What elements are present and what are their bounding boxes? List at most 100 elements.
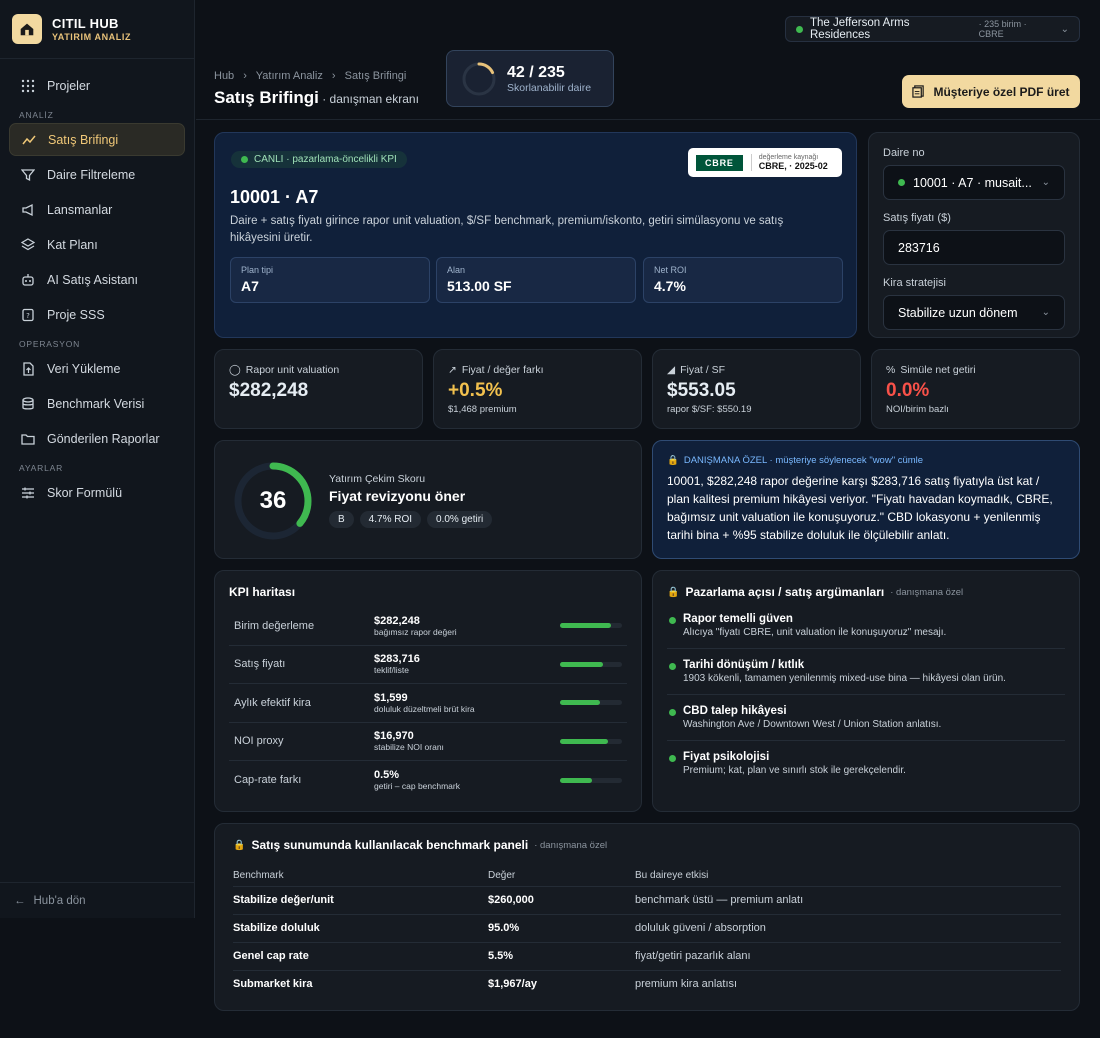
kpi-row: Aylık efektif kira $1,599 doluluk düzeltme… [229, 684, 627, 723]
generate-pdf-button[interactable]: Müşteriye özel PDF üret [902, 75, 1080, 108]
grade-chip: B [329, 511, 354, 528]
net-yield-kpi-card: % Simüle net getiri 0.0% NOI/birim bazlı [871, 349, 1080, 429]
help-book-icon: ? [22, 308, 34, 321]
table-row: Stabilize doluluk 95.0% doluluk güveni / a… [233, 914, 1061, 943]
benchmark-effect: doluluk güveni / absorption [635, 914, 1061, 943]
scorable-label: Skorlanabilir daire [507, 81, 592, 94]
kpi-row: Birim değerleme $282,248 bağımsız rapor de… [229, 607, 627, 646]
breadcrumb-investment[interactable]: Yatırım Analiz [256, 70, 323, 82]
sidebar-nav: Projeler ANALİZ Satış Brifingi Daire Fil… [0, 59, 194, 521]
breadcrumb-hub[interactable]: Hub [214, 70, 234, 82]
sidebar-item-benchmark-data[interactable]: Benchmark Verisi [9, 387, 185, 420]
sidebar-item-floor-plan[interactable]: Kat Planı [9, 228, 185, 261]
kpi-row: Satış fiyatı $283,716 teklif/liste [229, 646, 627, 684]
sidebar-item-sent-reports[interactable]: Gönderilen Raporlar [9, 422, 185, 455]
kpi-row-bar [560, 700, 622, 706]
project-selector[interactable]: The Jefferson Arms Residences · 235 biri… [785, 16, 1080, 42]
price-gap-kpi-card: ↗ Fiyat / değer farkı +0.5% $1,468 premiu… [433, 349, 642, 429]
argument-item: Tarihi dönüşüm / kıtlık 1903 kökenli, tam… [667, 659, 1065, 695]
price-per-sf-sub: rapor $/SF: $550.19 [667, 404, 752, 415]
sidebar-item-faq[interactable]: ? Proje SSS [9, 298, 185, 331]
sidebar-item-label: AI Satış Asistanı [47, 272, 139, 287]
sidebar-item-label: Gönderilen Raporlar [47, 431, 160, 446]
kpi-map-rows: Birim değerleme $282,248 bağımsız rapor de… [229, 607, 627, 800]
sidebar-item-ai-assistant[interactable]: AI Satış Asistanı [9, 263, 185, 296]
argument-bullet [669, 617, 676, 624]
brand[interactable]: CITIL HUB YATIRIM ANALIZ [0, 0, 194, 59]
benchmark-value: 95.0% [488, 914, 635, 943]
kpi-row-value: $16,970 [374, 730, 414, 743]
strategy-select[interactable]: Stabilize uzun dönem ⌄ [883, 295, 1065, 330]
unit-status-dot [898, 179, 905, 186]
project-meta: · 235 birim · CBRE [978, 19, 1027, 39]
price-per-sf-label: Fiyat / SF [680, 364, 726, 376]
back-to-hub-link[interactable]: ← Hub'a dön [0, 882, 194, 918]
kpi-map-title: KPI haritası [229, 585, 296, 599]
kpi-row-name: Birim değerleme [234, 619, 315, 632]
sales-arguments-list: Rapor temelli güven Alıcıya "fiyatı CBRE,… [667, 613, 1065, 786]
lock-icon: 🔒 [233, 839, 246, 851]
price-input[interactable]: 283716 [883, 230, 1065, 265]
nav-section-operations: OPERASYON [19, 339, 81, 349]
kpi-row-bar-fill [560, 661, 604, 667]
valuation-value: $282,248 [229, 380, 309, 401]
kpi-row-bar-fill [560, 738, 608, 744]
argument-bullet [669, 709, 676, 716]
argument-title: CBD talep hikâyesi [683, 705, 787, 717]
advisor-pitch-card: 🔒 DANIŞMANA ÖZEL · müşteriye söylenecek "… [652, 440, 1080, 559]
investment-score-card: 36 Yatırım Çekim Skoru Fiyat revizyonu ö… [214, 440, 642, 559]
area-tile: Alan 513.00 SF [436, 257, 636, 303]
generate-pdf-label: Müşteriye özel PDF üret [933, 84, 1070, 99]
file-upload-icon [23, 361, 34, 376]
kpi-row-bar [560, 623, 622, 629]
net-yield-sub: NOI/birim bazlı [886, 404, 949, 415]
sales-arguments-title: Pazarlama açısı / satış argümanları [685, 585, 885, 599]
sidebar-item-data-upload[interactable]: Veri Yükleme [9, 352, 185, 385]
sidebar-item-launches[interactable]: Lansmanlar [9, 193, 185, 226]
argument-bullet [669, 663, 676, 670]
unit-select-label: Daire no [883, 147, 925, 159]
sales-arguments-tag: · danışmana özel [890, 586, 964, 598]
kpi-row-name: Satış fiyatı [234, 658, 286, 671]
grid-icon [21, 79, 35, 92]
ruler-icon: ◢ [667, 364, 676, 376]
argument-title: Fiyat psikolojisi [683, 751, 770, 763]
chevron-down-icon: ⌄ [1041, 177, 1050, 188]
sidebar: CITIL HUB YATIRIM ANALIZ Projeler ANALİZ… [0, 0, 195, 918]
benchmark-value: $260,000 [488, 886, 635, 915]
price-gap-label: Fiyat / değer farkı [461, 364, 544, 376]
breadcrumb-current: Satış Brifingi [344, 70, 407, 82]
kpi-row-value: $282,248 [374, 614, 420, 627]
sliders-icon [22, 487, 34, 498]
benchmark-name: Stabilize değer/unit [233, 886, 488, 915]
plan-type-label: Plan tipi [241, 265, 274, 275]
argument-desc: 1903 kökenli, tamamen yenilenmiş mixed-u… [683, 673, 1006, 684]
live-badge-text: CANLI · pazarlama-öncelikli KPI [254, 154, 397, 165]
sidebar-item-label: Benchmark Verisi [47, 396, 145, 411]
kpi-row-value: $283,716 [374, 653, 420, 666]
brand-logo-icon [12, 14, 42, 44]
kpi-row-bar-fill [560, 700, 600, 706]
price-per-sf-value: $553.05 [667, 380, 736, 401]
sidebar-item-label: Skor Formülü [47, 485, 123, 500]
sidebar-item-sales-briefing[interactable]: Satış Brifingi [9, 123, 185, 156]
effect-col-header: Bu daireye etkisi [635, 866, 1061, 887]
price-per-sf-kpi-card: ◢ Fiyat / SF $553.05 rapor $/SF: $550.19 [652, 349, 861, 429]
price-gap-sub: $1,468 premium [448, 404, 517, 415]
trend-up-icon: ↗ [448, 364, 457, 376]
page-title: Satış Brifingi · danışman ekranı [214, 88, 419, 108]
filter-icon [21, 168, 35, 181]
sidebar-item-unit-filter[interactable]: Daire Filtreleme [9, 158, 185, 191]
folder-icon [21, 433, 35, 445]
kpi-row-name: NOI proxy [234, 735, 284, 748]
layers-icon [21, 237, 35, 250]
progress-ring-icon [462, 62, 496, 95]
unit-select[interactable]: 10001 · A7 · musait... ⌄ [883, 165, 1065, 200]
kpi-row-bar [560, 777, 622, 783]
sidebar-item-label: Lansmanlar [47, 202, 113, 217]
sidebar-item-projects[interactable]: Projeler [9, 69, 185, 102]
price-gap-value: +0.5% [448, 380, 503, 401]
sidebar-item-score-formula[interactable]: Skor Formülü [9, 476, 185, 509]
database-icon [22, 396, 34, 410]
brand-subtitle: YATIRIM ANALIZ [52, 32, 132, 42]
